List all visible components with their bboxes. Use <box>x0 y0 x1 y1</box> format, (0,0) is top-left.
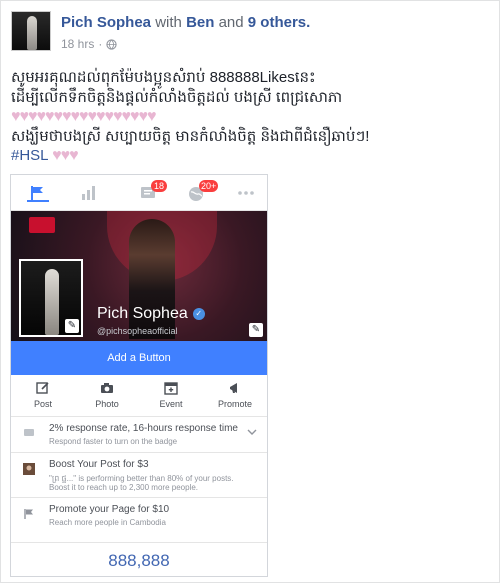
flag-icon <box>24 509 33 519</box>
hashtag-link[interactable]: #HSL <box>11 147 48 164</box>
attached-photo[interactable]: 18 20+ ✎ ✎ Pich Sophea ✓ @pichsopheaoffi… <box>10 174 268 577</box>
page-handle: @pichsopheaofficial <box>97 326 178 336</box>
chat-icon <box>24 429 34 436</box>
hashtag-hearts: ♥♥♥ <box>52 147 78 164</box>
page-actions: Post Photo Event Promote <box>11 375 267 417</box>
page-profile-picture[interactable]: ✎ <box>19 259 83 337</box>
app-tab-bar: 18 20+ <box>11 175 267 211</box>
boost-post-title: Boost Your Post for $3 <box>49 459 149 470</box>
event-icon <box>164 382 178 395</box>
notifications-tab[interactable]: 20+ <box>187 180 219 202</box>
post-text-line: សង្ឃឹមថាបងស្រី សប្បាយចិត្ត មានកំលាំងចិត្… <box>11 128 370 145</box>
author-avatar[interactable] <box>11 11 51 51</box>
response-rate-title: 2% response rate, 16-hours response time <box>49 423 238 434</box>
edit-profile-icon[interactable]: ✎ <box>65 319 79 333</box>
boost-post-sub2: Boost it to reach up to 2,300 more peopl… <box>49 483 198 492</box>
hashtag-line: #HSL ♥♥♥ <box>11 146 79 165</box>
camera-icon <box>101 383 113 393</box>
messages-tab[interactable]: 18 <box>139 180 167 202</box>
page-name: Pich Sophea ✓ <box>97 305 205 323</box>
messages-badge: 18 <box>151 180 167 192</box>
promote-action[interactable]: Promote <box>203 381 267 409</box>
author-name-link[interactable]: Pich Sophea <box>61 14 151 31</box>
promote-action-label: Promote <box>217 399 252 409</box>
photo-action-label: Photo <box>95 399 119 409</box>
add-a-button[interactable]: Add a Button <box>11 341 267 375</box>
likes-count[interactable]: 888,888 <box>11 543 267 576</box>
edit-cover-icon[interactable]: ✎ <box>249 323 263 337</box>
flag-icon[interactable] <box>27 184 49 202</box>
with-text: with <box>155 14 182 31</box>
more-icon[interactable] <box>235 184 257 202</box>
boost-post-row[interactable]: Boost Your Post for $3 "ព្រ ផ្ឋ..." is p… <box>11 453 267 498</box>
hearts-line: ♥♥♥♥♥♥♥♥♥♥♥♥♥♥♥♥♥ <box>11 108 156 125</box>
notifications-badge: 20+ <box>199 180 219 192</box>
promote-page-row[interactable]: Promote your Page for $10 Reach more peo… <box>11 498 267 543</box>
post-action-label: Post <box>33 399 52 409</box>
event-action-label: Event <box>159 399 183 409</box>
globe-icon[interactable] <box>106 38 117 50</box>
event-action[interactable]: Event <box>139 381 203 409</box>
tv-logo <box>29 217 55 233</box>
promote-page-sub: Reach more people in Cambodia <box>49 518 166 527</box>
compose-icon <box>36 382 49 394</box>
page-name-text: Pich Sophea <box>97 305 188 322</box>
tagged-others-link[interactable]: 9 others. <box>248 14 311 31</box>
post-text-line: សូមអរគុណដល់ពុកម៉ែបងប្អូនសំរាប់ 888888Lik… <box>11 69 316 86</box>
post-thumbnail-icon <box>23 463 35 475</box>
insights-icon[interactable] <box>77 184 99 202</box>
facebook-post: Pich Sophea with Ben and 9 others. 18 hr… <box>0 0 500 583</box>
promote-page-title: Promote your Page for $10 <box>49 504 170 515</box>
post-meta: 18 hrs · <box>61 37 117 51</box>
chevron-down-icon[interactable] <box>247 427 257 437</box>
response-rate-sub: Respond faster to turn on the badge <box>49 437 178 446</box>
megaphone-icon <box>230 383 237 393</box>
post-header: Pich Sophea with Ben and 9 others. <box>61 14 310 31</box>
verified-icon: ✓ <box>192 308 205 320</box>
and-text: and <box>218 14 244 31</box>
post-timestamp[interactable]: 18 hrs <box>61 37 94 51</box>
response-rate-row[interactable]: 2% response rate, 16-hours response time… <box>11 417 267 453</box>
photo-action[interactable]: Photo <box>75 381 139 409</box>
tagged-friend-link[interactable]: Ben <box>186 14 214 31</box>
post-text-line: ដើម្បីលើកទឹកចិត្តនិងផ្ដល់កំលាំងចិត្តដល់ … <box>11 89 343 106</box>
post-action[interactable]: Post <box>11 381 75 409</box>
